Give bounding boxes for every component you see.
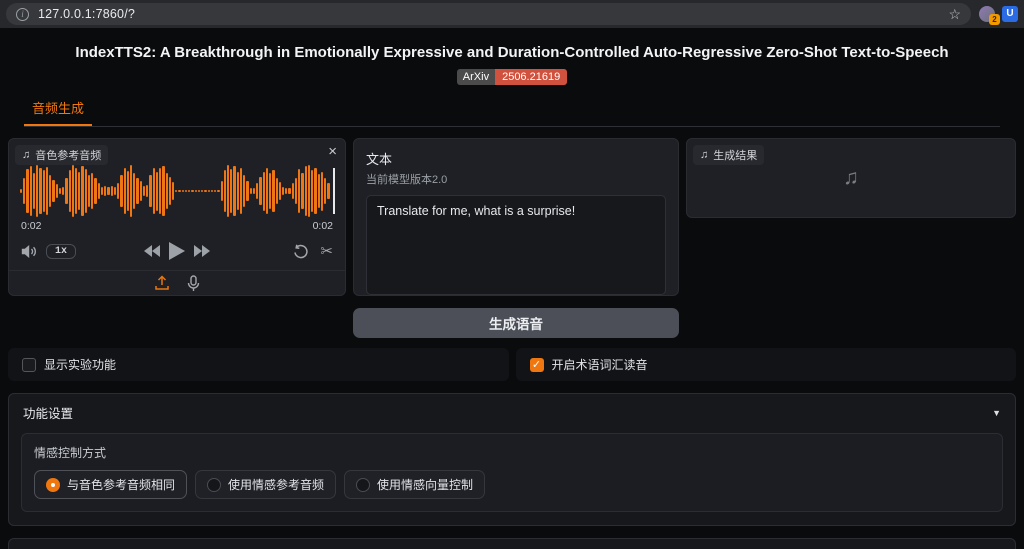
radio-emotion-vector-control[interactable]: 使用情感向量控制 <box>344 470 485 499</box>
accordion-custom-pronunciation-header[interactable]: 自定义术语词汇读音 ◀ <box>9 539 1015 549</box>
radio-same-as-reference[interactable]: 与音色参考音频相同 <box>34 470 187 499</box>
model-version-label: 当前模型版本2.0 <box>366 171 666 187</box>
tab-bar: 音频生成 <box>24 98 1000 127</box>
radio-selected-icon <box>46 478 60 492</box>
site-info-icon[interactable]: i <box>16 8 29 21</box>
radio-unselected-icon <box>207 478 221 492</box>
generate-speech-button[interactable]: 生成语音 <box>353 308 679 338</box>
options-row: 显示实验功能 ✓ 开启术语词汇读音 <box>8 348 1016 381</box>
result-label: ♫ 生成结果 <box>693 145 764 165</box>
arxiv-badge[interactable]: ArXiv 2506.21619 <box>457 69 567 85</box>
url-text: 127.0.0.1:7860/? <box>38 7 939 21</box>
gradio-app: IndexTTS2: A Breakthrough in Emotionally… <box>0 44 1024 549</box>
playback-controls: 1x <box>21 239 333 263</box>
audio-source-row <box>9 270 345 295</box>
skip-forward-icon[interactable] <box>194 245 210 257</box>
extension-area: 2 U <box>979 6 1018 22</box>
emotion-control-label: 情感控制方式 <box>34 444 990 461</box>
browser-chrome: i 127.0.0.1:7860/? ☆ 2 U <box>0 0 1024 28</box>
checkbox-checked-icon[interactable]: ✓ <box>530 358 544 372</box>
microphone-icon[interactable] <box>187 275 200 292</box>
playback-cursor[interactable] <box>333 168 335 214</box>
accordion-feature-settings: 功能设置 ▼ 情感控制方式 与音色参考音频相同 使用情感参考音频 <box>8 393 1016 526</box>
accordion-custom-pronunciation: 自定义术语词汇读音 ◀ <box>8 538 1016 549</box>
playback-speed-button[interactable]: 1x <box>46 244 76 259</box>
text-input[interactable]: Translate for me, what is a surprise! <box>366 195 666 295</box>
music-note-icon: ♫ <box>22 149 30 161</box>
time-row: 0:02 0:02 <box>21 220 333 232</box>
current-time: 0:02 <box>21 220 41 232</box>
emotion-control-radio-group: 与音色参考音频相同 使用情感参考音频 使用情感向量控制 <box>34 470 990 499</box>
tab-audio-generation[interactable]: 音频生成 <box>24 98 92 126</box>
address-bar[interactable]: i 127.0.0.1:7860/? ☆ <box>6 3 971 25</box>
upload-icon[interactable] <box>154 275 170 291</box>
radio-unselected-icon <box>356 478 370 492</box>
text-label: 文本 <box>366 149 666 168</box>
page-title: IndexTTS2: A Breakthrough in Emotionally… <box>0 44 1024 61</box>
extension-badge: 2 <box>989 14 1000 25</box>
bookmark-star-icon[interactable]: ☆ <box>948 6 961 23</box>
arxiv-badge-id: 2506.21619 <box>495 69 567 85</box>
audio-label: ♫ 音色参考音频 <box>15 145 108 165</box>
extension-icon[interactable]: 2 <box>979 6 995 22</box>
undo-trim-icon[interactable] <box>293 244 309 259</box>
waveform[interactable] <box>20 165 334 217</box>
play-icon[interactable] <box>169 242 185 260</box>
volume-icon[interactable] <box>21 244 38 259</box>
text-input-panel: 文本 当前模型版本2.0 Translate for me, what is a… <box>353 138 679 296</box>
arxiv-badge-label: ArXiv <box>457 69 495 85</box>
emotion-control-group: 情感控制方式 与音色参考音频相同 使用情感参考音频 使用情感向量控制 <box>21 433 1003 512</box>
result-panel: ♫ 生成结果 ♫ <box>686 138 1016 218</box>
trim-scissors-icon[interactable]: ✂ <box>320 242 333 260</box>
close-icon[interactable]: × <box>328 143 337 160</box>
chevron-down-icon: ▼ <box>992 408 1001 418</box>
password-manager-icon[interactable]: U <box>1002 6 1018 22</box>
checkbox-unchecked-icon[interactable] <box>22 358 36 372</box>
duration: 0:02 <box>313 220 333 232</box>
skip-back-icon[interactable] <box>144 245 160 257</box>
radio-emotion-reference-audio[interactable]: 使用情感参考音频 <box>195 470 336 499</box>
checkbox-show-experimental[interactable]: 显示实验功能 <box>8 348 509 381</box>
checkbox-terminology-pronunciation[interactable]: ✓ 开启术语词汇读音 <box>516 348 1017 381</box>
music-note-icon: ♫ <box>700 149 708 161</box>
empty-audio-icon: ♫ <box>843 166 859 190</box>
accordion-feature-settings-header[interactable]: 功能设置 ▼ <box>9 394 1015 431</box>
reference-audio-player: ♫ 音色参考音频 × 0:02 0:02 <box>8 138 346 296</box>
